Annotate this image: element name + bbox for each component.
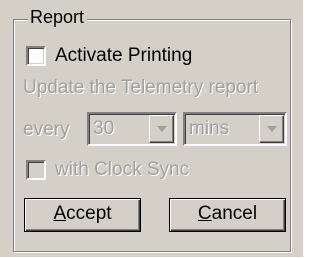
accept-mnemonic: A (53, 203, 67, 224)
report-dialog: Report Activate Printing Update the Tele… (0, 0, 304, 258)
cancel-label-rest: ancel (211, 203, 258, 224)
interval-select[interactable]: 30 (87, 112, 177, 146)
cancel-mnemonic: C (197, 203, 212, 224)
interval-dropdown-button[interactable] (149, 115, 174, 143)
chevron-down-icon (267, 126, 277, 132)
chevron-down-icon (157, 126, 167, 132)
clock-sync-label: with Clock Sync (55, 159, 190, 180)
unit-value: mins (189, 118, 230, 139)
activate-printing-checkbox[interactable] (26, 46, 46, 66)
accept-label-rest: ccept (66, 203, 112, 224)
update-telemetry-text: Update the Telemetry report (23, 77, 259, 98)
clock-sync-checkbox[interactable] (26, 160, 46, 180)
accept-button[interactable]: Accept (24, 198, 141, 232)
cancel-button[interactable]: Cancel (169, 198, 286, 232)
unit-dropdown-button[interactable] (259, 115, 284, 143)
interval-value: 30 (93, 118, 115, 139)
report-group-title: Report (28, 6, 88, 28)
every-label: every (23, 119, 70, 140)
activate-printing-label[interactable]: Activate Printing (55, 45, 192, 67)
unit-select[interactable]: mins (183, 112, 287, 146)
